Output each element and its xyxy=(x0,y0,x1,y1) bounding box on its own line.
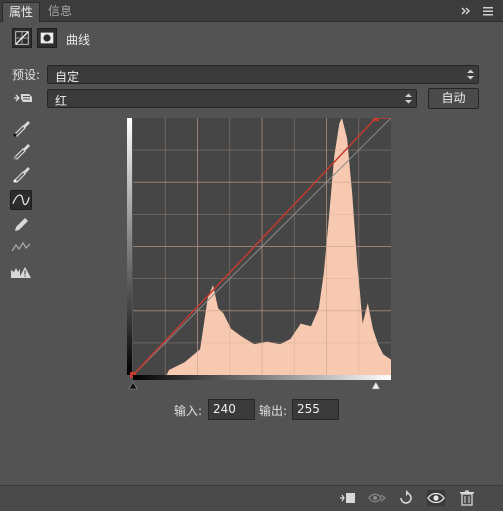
eyedropper-white-icon[interactable] xyxy=(10,164,32,184)
eyedropper-gray-icon[interactable] xyxy=(10,141,32,161)
clipping-warning-icon[interactable] xyxy=(10,262,32,282)
bottom-toolbar xyxy=(0,485,503,511)
auto-button[interactable]: 自动 xyxy=(428,88,479,109)
input-field[interactable]: 240 xyxy=(208,399,255,420)
white-point-slider[interactable] xyxy=(371,381,381,390)
input-gradient-bar xyxy=(133,375,391,380)
curve-edit-icon[interactable] xyxy=(10,190,32,210)
eyedropper-black-icon[interactable] xyxy=(10,118,32,138)
chevron-updown-icon xyxy=(467,69,474,80)
preset-label: 预设: xyxy=(12,68,41,82)
output-field[interactable]: 255 xyxy=(292,399,339,420)
clip-to-layer-icon[interactable] xyxy=(339,490,357,506)
panel-menu-icon[interactable] xyxy=(481,4,495,18)
curves-adjustment-icon[interactable] xyxy=(12,28,32,48)
channel-value: 红 xyxy=(55,94,68,108)
panel-header: 曲线 xyxy=(0,22,503,56)
delete-icon[interactable] xyxy=(458,490,476,506)
tab-properties[interactable]: 属性 xyxy=(2,2,41,22)
curves-graph[interactable] xyxy=(127,118,391,390)
smooth-icon[interactable] xyxy=(10,237,32,257)
layer-mask-icon[interactable] xyxy=(37,28,57,48)
tab-bar: 属性 信息 xyxy=(0,0,503,22)
preset-value: 自定 xyxy=(55,70,80,84)
panel-title: 曲线 xyxy=(66,33,91,47)
chevron-updown-icon xyxy=(405,93,412,104)
visibility-icon[interactable] xyxy=(427,490,445,506)
targeted-adjustment-hand-icon[interactable] xyxy=(12,90,34,106)
collapse-panel-icon[interactable] xyxy=(459,4,473,18)
reset-icon[interactable] xyxy=(397,490,415,506)
output-label: 输出: xyxy=(259,404,288,418)
input-output-row: 输入: 240 输出: 255 xyxy=(0,399,503,421)
curve-point[interactable] xyxy=(372,118,379,121)
view-previous-icon[interactable] xyxy=(368,490,386,506)
black-point-slider[interactable] xyxy=(128,381,138,390)
output-gradient-bar xyxy=(127,118,132,375)
pencil-icon[interactable] xyxy=(10,214,32,234)
preset-dropdown[interactable]: 自定 xyxy=(47,65,479,84)
channel-dropdown[interactable]: 红 xyxy=(47,89,417,108)
input-label: 输入: xyxy=(174,404,203,418)
tab-info[interactable]: 信息 xyxy=(42,2,78,22)
